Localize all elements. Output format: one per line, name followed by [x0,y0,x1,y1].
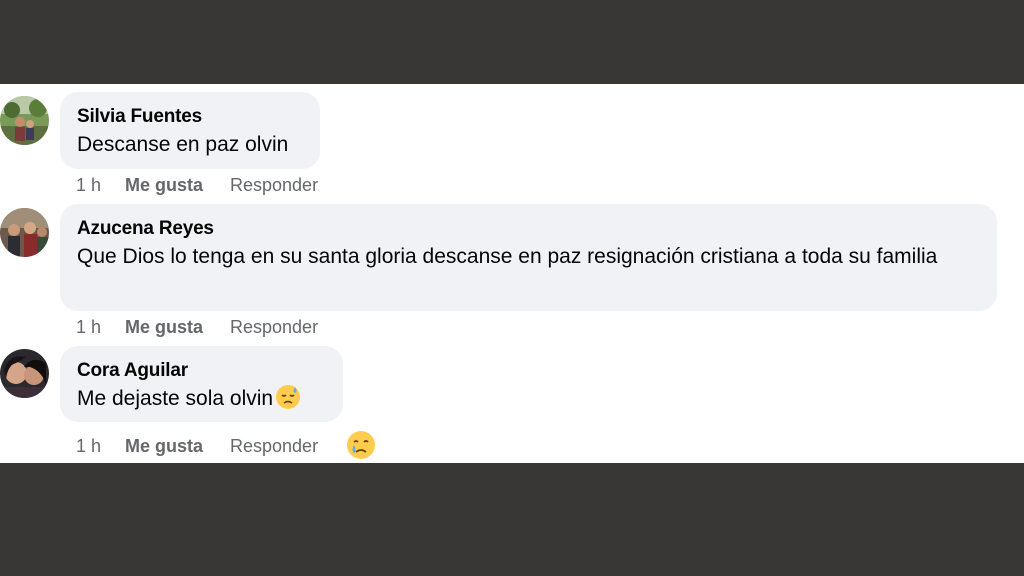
comment-timestamp[interactable]: 1 h [76,175,125,196]
avatar-photo [0,96,49,145]
avatar[interactable] [0,96,49,145]
like-button[interactable]: Me gusta [125,317,230,338]
like-button[interactable]: Me gusta [125,175,230,196]
like-button[interactable]: Me gusta [125,436,230,457]
comment-text: Descanse en paz olvin [77,133,289,156]
comment-bubble: Azucena Reyes Que Dios lo tenga en su sa… [60,204,997,311]
comment-actions: 1 h Me gusta Responder [76,315,318,339]
avatar[interactable] [0,208,49,257]
avatar-photo [0,208,49,257]
comment-timestamp[interactable]: 1 h [76,436,125,457]
comment-actions: 1 h Me gusta Responder [76,173,318,197]
reply-button[interactable]: Responder [230,175,318,196]
comment-text: Me dejaste sola olvin [77,384,326,419]
crying-face-icon [346,430,376,465]
avatar-photo [0,349,49,398]
comment-author[interactable]: Cora Aguilar [77,360,326,382]
comment-text: Que Dios lo tenga en su santa gloria des… [77,245,938,268]
comment-bubble: Cora Aguilar Me dejaste sola olvin [60,346,343,422]
downcast-face-with-sweat-icon [275,384,301,419]
avatar[interactable] [0,349,49,398]
comment-bubble: Silvia Fuentes Descanse en paz olvin [60,92,320,169]
comment-timestamp[interactable]: 1 h [76,317,125,338]
reply-button[interactable]: Responder [230,317,318,338]
comment-author[interactable]: Azucena Reyes [77,218,980,240]
reply-button[interactable]: Responder [230,436,318,457]
comment-thread: Silvia Fuentes Descanse en paz olvin 1 h… [0,84,1024,463]
comment-actions: 1 h Me gusta Responder [76,434,318,458]
comment-author[interactable]: Silvia Fuentes [77,106,303,128]
